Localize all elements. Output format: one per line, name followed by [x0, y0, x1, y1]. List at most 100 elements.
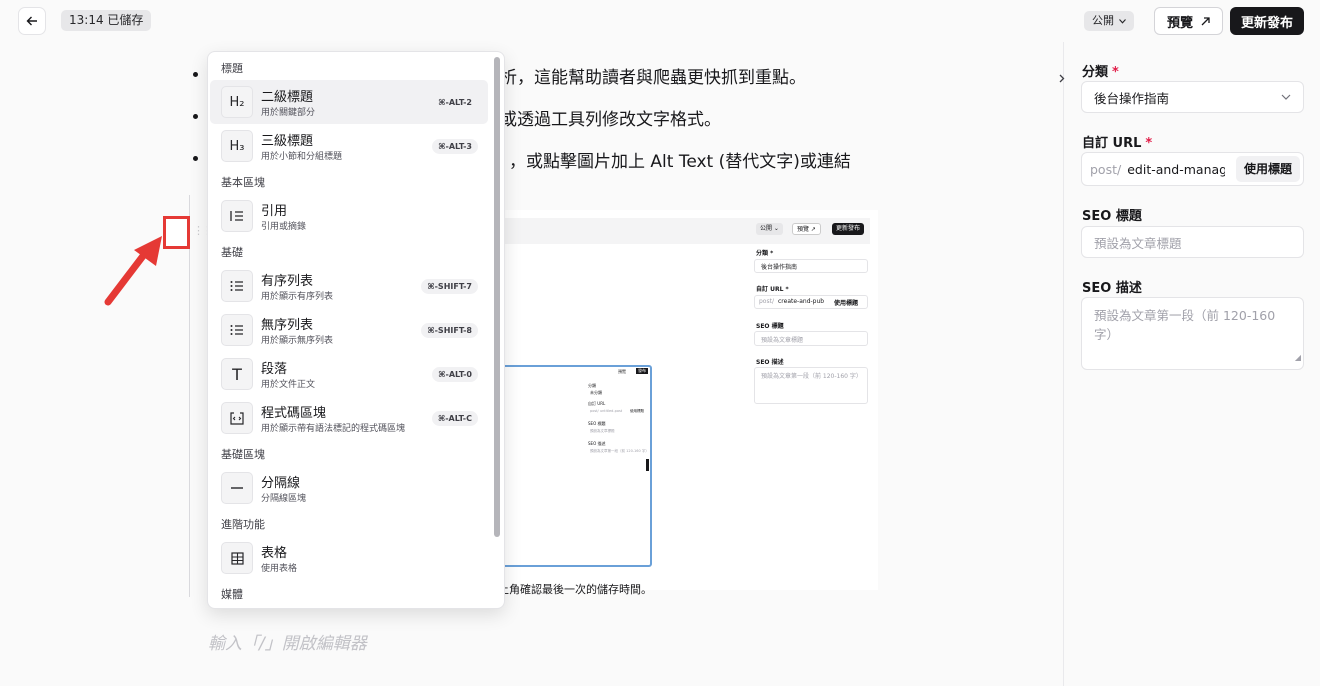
resize-handle-icon[interactable]: ◢ [1295, 348, 1301, 367]
bullet-dot [193, 114, 198, 119]
menu-item-code-block[interactable]: 程式碼區塊 用於顯示帶有語法標記的程式碼區塊 ⌘-ALT-C [210, 396, 488, 440]
heading-3-icon: H₃ [221, 130, 253, 162]
menu-scrollbar[interactable] [494, 57, 500, 537]
embedded-screenshot-image[interactable]: 公開 ⌄ 預覽 ↗ 更新發布 分類 * 後台操作指南 自訂 URL * post… [498, 210, 878, 590]
embedded-inner-cursor [646, 459, 649, 471]
menu-item-desc: 使用表格 [261, 564, 298, 574]
menu-item-shortcut: ⌘-ALT-0 [432, 367, 478, 382]
menu-item-title: 程式碼區塊 [261, 406, 327, 421]
seo-description-placeholder: 預設為文章第一段（前 120-160 字） [1094, 308, 1276, 342]
add-block-button[interactable] [163, 216, 190, 249]
menu-item-title: 無序列表 [261, 318, 314, 333]
section-label-basic-blocks-2: 基礎區塊 [221, 448, 265, 461]
menu-item-title: 有序列表 [261, 274, 314, 289]
category-select[interactable]: 後台操作指南 [1081, 81, 1304, 113]
menu-item-title: 表格 [261, 546, 288, 561]
quote-icon [221, 200, 253, 232]
heading-2-icon: H₂ [221, 86, 253, 118]
seo-description-textarea[interactable]: 預設為文章第一段（前 120-160 字） ◢ [1081, 297, 1304, 370]
embedded-inner-screenshot: 預覽 發布 分類 未分類 自訂 URL post/ untitled-post … [498, 365, 652, 567]
menu-item-desc: 用於文件正文 [261, 380, 316, 390]
embedded-preview: 預覽 ↗ [792, 223, 821, 235]
menu-item-heading-3[interactable]: H₃ 三級標題 用於小節和分組標題 ⌘-ALT-3 [210, 124, 488, 168]
embedded-url-label: 自訂 URL * [756, 286, 789, 293]
url-slug-input[interactable]: edit-and-manag [1127, 162, 1225, 177]
embedded-category-label: 分類 * [756, 250, 774, 257]
seo-description-label: SEO 描述 [1082, 281, 1142, 296]
menu-item-divider[interactable]: 分隔線 分隔線區塊 [210, 466, 488, 510]
body-text-line[interactable]: 或透過工具列修改文字格式。 [500, 105, 721, 130]
text-icon: T [221, 358, 253, 390]
divider-icon [221, 472, 253, 504]
annotation-arrow-icon [104, 236, 162, 306]
menu-item-shortcut: ⌘-SHIFT-8 [421, 323, 478, 338]
use-title-button[interactable]: 使用標題 [1235, 156, 1300, 182]
publish-button[interactable]: 更新發布 [1230, 7, 1304, 35]
bullet-list-icon [221, 314, 253, 346]
category-label: 分類 * [1082, 65, 1119, 80]
block-guide-line [189, 195, 190, 597]
section-label-headings: 標題 [221, 62, 243, 75]
embedded-url-value: create-and-pub [778, 298, 825, 305]
visibility-label: 公開 [1092, 14, 1114, 27]
embedded-category-value: 後台操作指南 [761, 264, 798, 271]
body-text-line[interactable]: ，或點擊圖片加上 Alt Text (替代文字)或連結 [509, 147, 851, 172]
seo-title-label: SEO 標題 [1082, 209, 1142, 224]
visibility-dropdown[interactable]: 公開 [1084, 11, 1134, 31]
preview-button[interactable]: 預覽 [1154, 7, 1223, 35]
embedded-inner-category-label: 分類 [588, 383, 596, 388]
required-mark: * [1145, 136, 1153, 151]
menu-item-title: 段落 [261, 362, 288, 377]
section-label-media: 媒體 [221, 588, 243, 601]
embedded-inner-preview: 預覽 [618, 369, 626, 374]
body-text-line[interactable]: 析，這能幫助讀者與爬蟲更快抓到重點。 [500, 63, 806, 88]
embedded-inner-url-label: 自訂 URL [588, 401, 606, 406]
menu-item-table[interactable]: 表格 使用表格 [210, 536, 488, 580]
embedded-seo-desc-placeholder: 預設為文章第一段（前 120-160 字） [761, 373, 862, 380]
menu-item-desc: 用於顯示無序列表 [261, 336, 334, 346]
editor-placeholder[interactable]: 輸入「/」開啟編輯器 [208, 629, 367, 654]
menu-item-desc: 用於顯示有序列表 [261, 292, 334, 302]
menu-item-shortcut: ⌘-SHIFT-7 [421, 279, 478, 294]
menu-item-title: 分隔線 [261, 476, 301, 491]
menu-item-title: 二級標題 [261, 90, 314, 105]
preview-label: 預覽 [1166, 15, 1193, 31]
embedded-inner-seo-desc-placeholder: 預設為文章第一段（前 120-160 字） [590, 449, 649, 453]
embedded-inner-category-value: 未分類 [590, 390, 602, 395]
collapse-sidebar-button[interactable] [1052, 66, 1072, 90]
menu-item-shortcut: ⌘-ALT-3 [432, 139, 478, 154]
menu-item-quote[interactable]: 引用 引用或摘錄 [210, 194, 488, 238]
menu-item-heading-2[interactable]: H₂ 二級標題 用於關鍵部分 ⌘-ALT-2 [210, 80, 488, 124]
image-caption[interactable]: 上角確認最後一次的儲存時間。 [498, 581, 652, 597]
menu-item-desc: 用於關鍵部分 [261, 108, 316, 118]
embedded-inner-seo-title-label: SEO 標題 [588, 421, 606, 426]
embedded-url-prefix: post/ [759, 298, 774, 305]
menu-item-desc: 用於小節和分組標題 [261, 152, 343, 162]
embedded-seo-desc-label: SEO 描述 [756, 359, 784, 366]
top-bar: 13:14 已儲存 公開 預覽 更新發布 [0, 0, 1320, 42]
menu-item-title: 引用 [261, 204, 288, 219]
seo-title-input[interactable]: 預設為文章標題 [1081, 226, 1304, 258]
embedded-inner-url-button: 使用標題 [630, 409, 644, 413]
bullet-dot [193, 156, 198, 161]
embedded-inner-publish: 發布 [636, 368, 648, 374]
menu-item-bullet-list[interactable]: 無序列表 用於顯示無序列表 ⌘-SHIFT-8 [210, 308, 488, 352]
chevron-right-icon [1059, 74, 1065, 82]
back-button[interactable] [18, 7, 46, 35]
embedded-url-button: 使用標題 [834, 300, 859, 307]
section-label-basic-blocks: 基本區塊 [221, 176, 265, 189]
menu-item-desc: 用於顯示帶有語法標記的程式碼區塊 [261, 424, 406, 434]
save-status-badge: 13:14 已儲存 [61, 10, 152, 31]
embedded-seo-title-placeholder: 預設為文章標題 [761, 337, 804, 344]
menu-item-desc: 引用或摘錄 [261, 222, 307, 232]
menu-item-shortcut: ⌘-ALT-2 [432, 95, 478, 110]
embedded-inner-seo-title-placeholder: 預設為文章標題 [590, 429, 615, 433]
custom-url-label: 自訂 URL * [1082, 136, 1153, 151]
menu-item-ordered-list[interactable]: 有序列表 用於顯示有序列表 ⌘-SHIFT-7 [210, 264, 488, 308]
ordered-list-icon [221, 270, 253, 302]
category-value: 後台操作指南 [1094, 90, 1170, 106]
embedded-publish: 更新發布 [832, 223, 865, 235]
embedded-inner-seo-desc-label: SEO 描述 [588, 441, 606, 446]
section-label-advanced: 進階功能 [221, 518, 265, 531]
menu-item-paragraph[interactable]: T 段落 用於文件正文 ⌘-ALT-0 [210, 352, 488, 396]
